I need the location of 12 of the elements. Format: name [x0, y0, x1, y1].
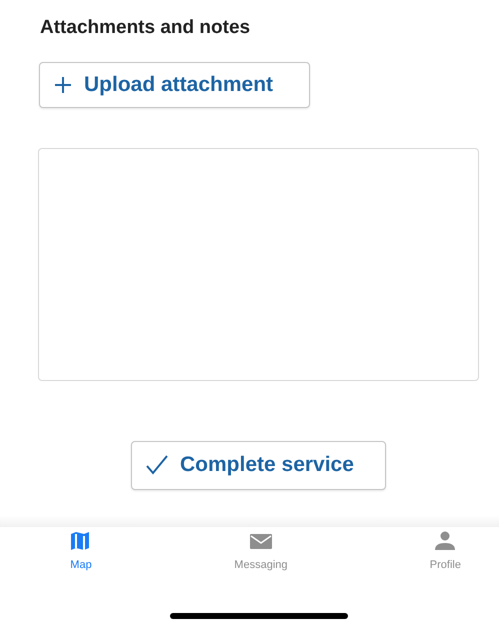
- section-title: Attachments and notes: [40, 16, 252, 40]
- tab[interactable]: Profile: [430, 530, 461, 573]
- person-icon: [434, 530, 456, 550]
- notes-field[interactable]: [38, 148, 479, 380]
- plus-icon: [54, 76, 72, 94]
- upload-button[interactable]: Upload attachment: [39, 62, 310, 108]
- tab[interactable]: Map: [70, 530, 92, 573]
- home-indicator[interactable]: [170, 613, 348, 619]
- complete-service-button[interactable]: Complete service: [131, 440, 386, 490]
- tab[interactable]: Messaging: [234, 530, 288, 573]
- checkmark-icon: [146, 455, 168, 475]
- map-icon: [70, 530, 92, 550]
